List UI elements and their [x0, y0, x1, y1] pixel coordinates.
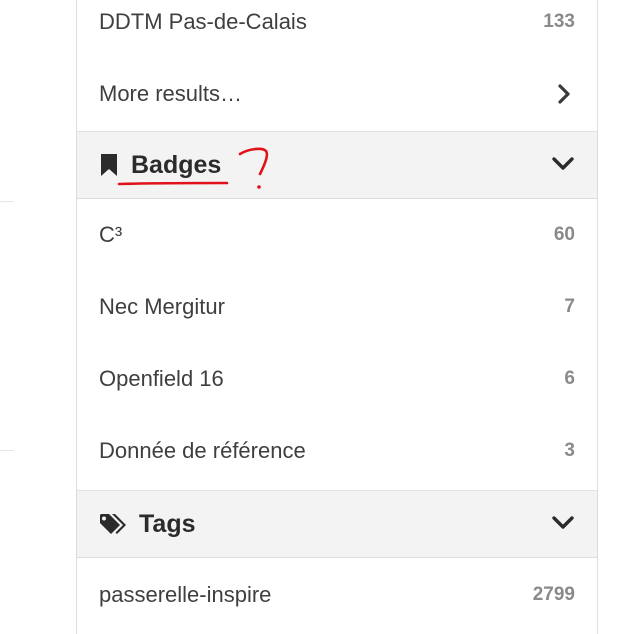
list-item[interactable]: C³ 60 [77, 199, 597, 271]
list-item-label: passerelle-inspire [99, 582, 272, 607]
bookmark-icon [99, 153, 119, 177]
list-item[interactable]: Openfield 16 6 [77, 343, 597, 415]
list-item-label: Nec Mergitur [99, 294, 225, 319]
more-results-link[interactable]: More results… [77, 58, 597, 130]
chevron-right-icon [553, 83, 575, 105]
list-item-count: 60 [553, 224, 575, 245]
list-item-label: Donnée de référence [99, 438, 306, 463]
list-item[interactable]: passerelle-inspire 2799 [77, 559, 597, 631]
facet-panel: DDTM Pas-de-Calais 133 More results… Bad… [76, 0, 598, 634]
more-results-label: More results… [99, 81, 243, 106]
chevron-down-icon[interactable] [551, 155, 575, 176]
list-item[interactable]: DDTM Pas-de-Calais 133 [77, 0, 597, 58]
list-item-label: DDTM Pas-de-Calais [99, 9, 307, 34]
section-header-badges[interactable]: Badges [77, 131, 597, 199]
list-item-count: 6 [564, 368, 575, 389]
list-item-count: 2799 [532, 584, 575, 605]
chevron-down-icon[interactable] [551, 514, 575, 535]
left-divider [0, 201, 14, 202]
tags-icon [99, 512, 127, 536]
list-item-label: C³ [99, 222, 123, 247]
section-title: Badges [131, 150, 222, 179]
list-item-count: 7 [564, 296, 575, 317]
list-item-count: 3 [564, 440, 575, 461]
section-header-tags[interactable]: Tags [77, 490, 597, 558]
list-item-count: 133 [543, 11, 575, 32]
list-item[interactable]: Nec Mergitur 7 [77, 271, 597, 343]
left-background [0, 0, 76, 634]
list-item-label: Openfield 16 [99, 366, 224, 391]
list-item[interactable]: Donnée de référence 3 [77, 415, 597, 487]
section-title: Tags [139, 509, 196, 538]
left-divider [0, 450, 14, 451]
